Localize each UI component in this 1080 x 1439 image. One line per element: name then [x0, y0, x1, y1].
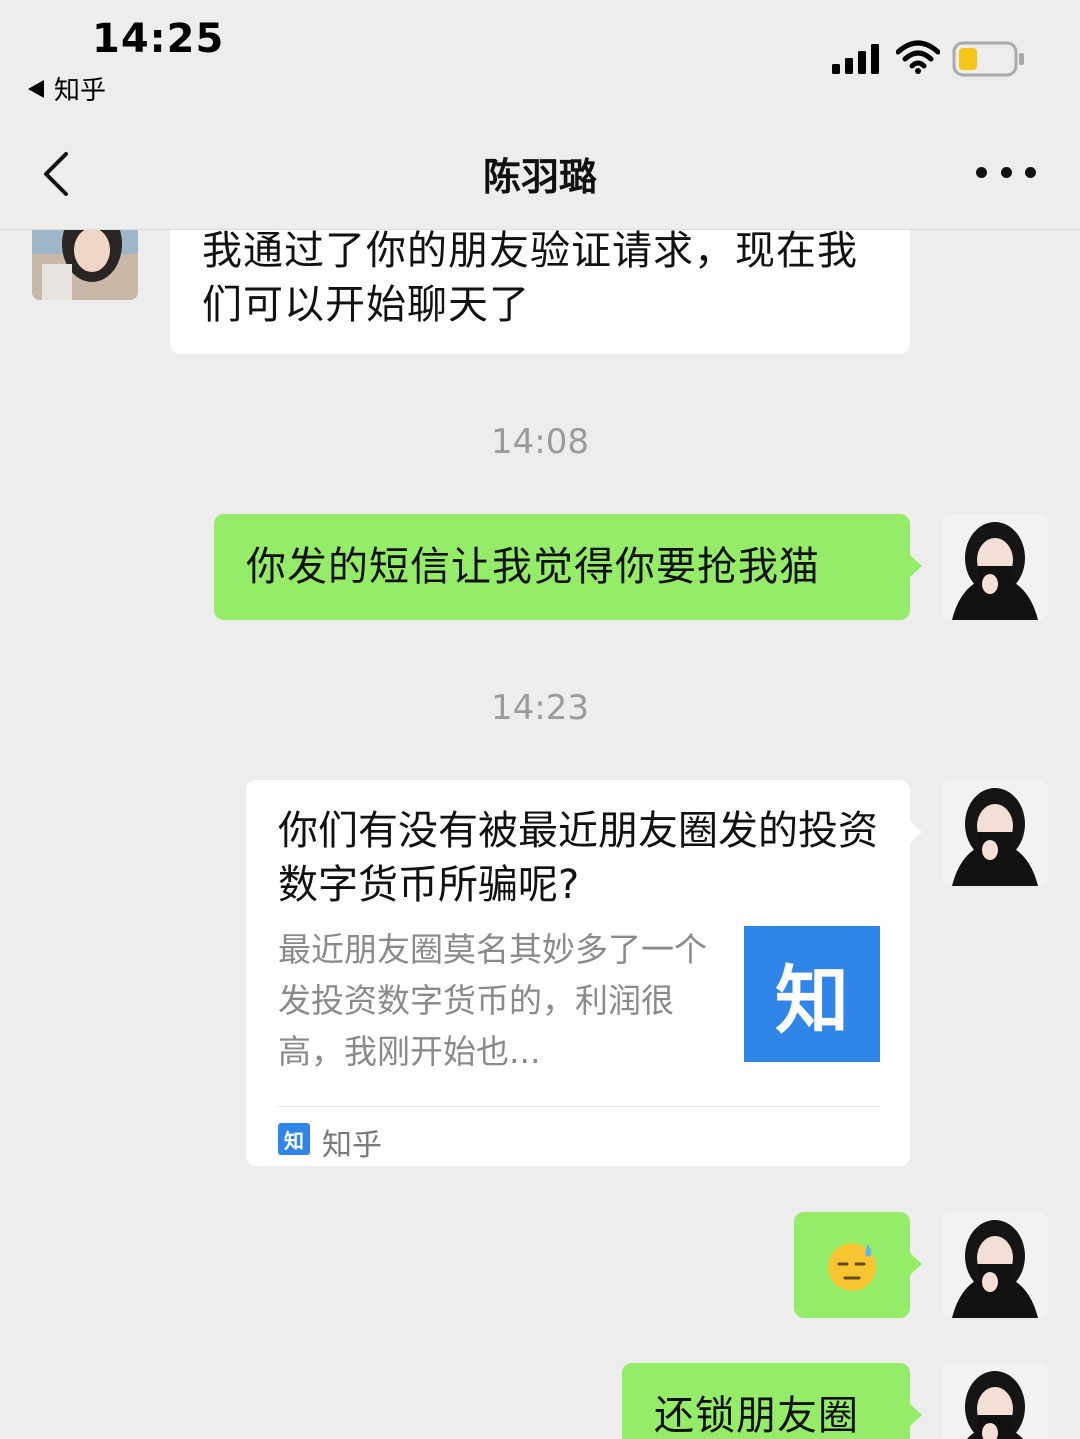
more-dots-icon[interactable]: [976, 160, 1036, 184]
link-card-description: 最近朋友圈莫名其妙多了一个发投资数字货币的，利润很高，我刚开始也...: [278, 930, 707, 1071]
signal-icon: [832, 44, 879, 74]
link-card[interactable]: 你们有没有被最近朋友圈发的投资数字货币所骗呢? 最近朋友圈莫名其妙多了一个发投资…: [246, 780, 922, 1166]
status-time: 14:25: [92, 16, 225, 62]
message-timestamp: 14:08: [491, 422, 589, 462]
card-divider: [278, 1106, 880, 1107]
back-triangle-icon: [28, 79, 44, 98]
message-timestamp: 14:23: [491, 688, 589, 728]
chat-header: 陈羽璐: [0, 120, 1080, 230]
zhihu-logo-icon: 知: [744, 926, 880, 1062]
status-bar: 14:25 知乎: [0, 0, 1080, 120]
my-avatar[interactable]: [942, 1363, 1048, 1439]
outgoing-emoji-bubble[interactable]: [794, 1212, 922, 1318]
chat-messages[interactable]: 我通过了你的朋友验证请求，现在我们可以开始聊天了 14:08 你发的短信让我觉得…: [0, 230, 1080, 1439]
sweat-face-emoji-icon: [828, 1243, 876, 1291]
contact-avatar[interactable]: [32, 230, 138, 300]
chat-title: 陈羽璐: [482, 155, 597, 199]
back-app-label: 知乎: [54, 76, 107, 106]
incoming-message-text: 我通过了你的朋友验证请求，现在我们可以开始聊天了: [202, 230, 858, 328]
outgoing-message-bubble[interactable]: 还锁朋友圈: [622, 1363, 922, 1439]
my-avatar[interactable]: [942, 514, 1048, 620]
my-avatar[interactable]: [942, 780, 1048, 886]
my-avatar[interactable]: [942, 1212, 1048, 1318]
outgoing-message-bubble[interactable]: 你发的短信让我觉得你要抢我猫: [214, 514, 922, 620]
link-card-title: 你们有没有被最近朋友圈发的投资数字货币所骗呢?: [278, 808, 878, 908]
incoming-message-bubble[interactable]: 我通过了你的朋友验证请求，现在我们可以开始聊天了: [170, 230, 910, 354]
outgoing-message-text: 还锁朋友圈: [654, 1393, 859, 1439]
wifi-icon: [896, 40, 940, 74]
back-to-app-link[interactable]: 知乎: [28, 70, 106, 107]
link-card-source: 知乎: [322, 1128, 382, 1163]
battery-icon: [952, 41, 1024, 77]
zhihu-small-icon: 知: [278, 1123, 310, 1155]
outgoing-message-text: 你发的短信让我觉得你要抢我猫: [246, 544, 820, 590]
